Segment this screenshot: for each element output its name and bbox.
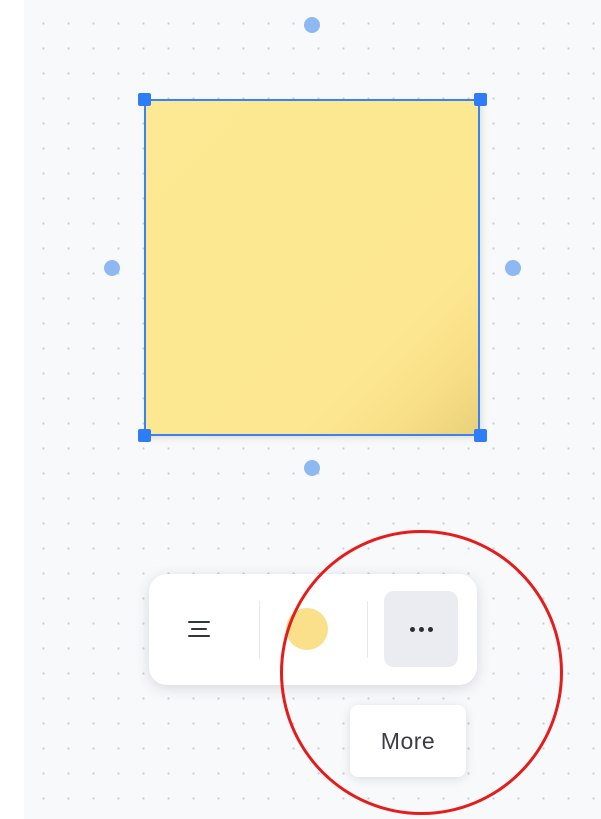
more-button[interactable] [384,591,458,667]
align-center-icon [188,621,210,637]
color-swatch [286,608,328,650]
resize-handle-top-right[interactable] [474,93,487,106]
resize-handle-bottom-left[interactable] [138,429,151,442]
connector-handle-right[interactable] [505,260,521,276]
toolbar-divider [259,601,260,658]
connector-handle-left[interactable] [104,260,120,276]
connector-handle-top[interactable] [304,17,320,33]
resize-handle-top-left[interactable] [138,93,151,106]
more-tooltip: More [350,705,466,777]
more-horizontal-icon-dot [409,626,415,632]
connector-handle-bottom[interactable] [304,460,320,476]
toolbar-divider [367,601,368,658]
text-align-button[interactable] [169,594,229,664]
selection-frame [144,99,480,436]
canvas-left-edge [0,0,24,819]
resize-handle-bottom-right[interactable] [474,429,487,442]
more-horizontal-icon-dot [418,626,424,632]
color-picker-button[interactable] [277,599,337,659]
context-toolbar [149,574,477,685]
more-horizontal-icon-dot [427,626,433,632]
